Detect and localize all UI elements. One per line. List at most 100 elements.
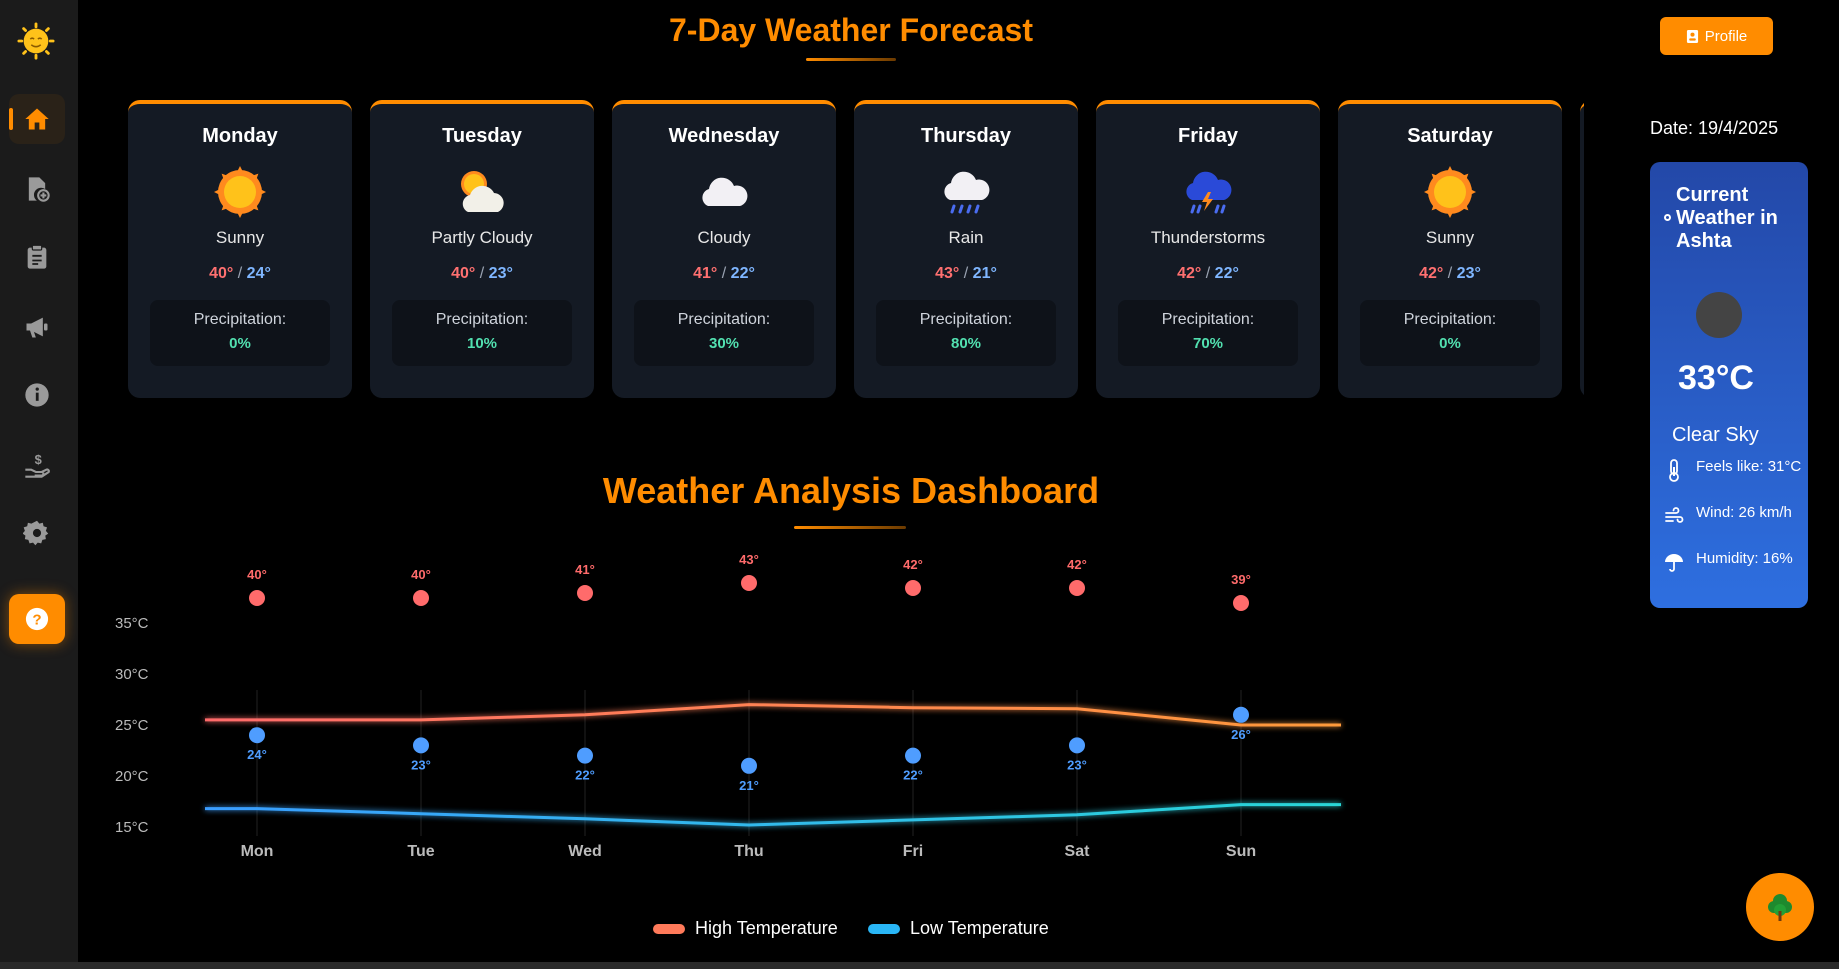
precip-value: 70% [1192, 335, 1224, 352]
high-temperature-line [205, 703, 1341, 727]
high-point [1233, 595, 1249, 611]
thunderstorm-icon [1186, 171, 1232, 214]
high-label: 42° [1067, 557, 1087, 572]
legend-high-label: High Temperature [695, 918, 838, 938]
low-point [905, 747, 921, 764]
card-condition: Partly Cloudy [431, 228, 533, 247]
legend-high[interactable]: High Temperature [653, 918, 838, 939]
humidity-row: Humidity: 16% [1664, 550, 1804, 574]
card-low: 22° [730, 265, 755, 282]
nav-clipboard[interactable] [9, 232, 65, 282]
card-condition: Thunderstorms [1150, 228, 1266, 247]
precip-label: Precipitation: [435, 311, 529, 328]
precip-label: Precipitation: [1161, 311, 1255, 328]
forecast-card: Wednesday Cloudy 41° / 22° Precipitation… [612, 100, 836, 398]
temperature-chart: 35°C 30°C 25°C 20°C 15°C 40° 24° 40° 23° 41° 22° 43… [115, 552, 1341, 860]
card-high: 40° [209, 265, 234, 282]
forecast-card-partial [1580, 100, 1584, 398]
legend-low-label: Low Temperature [910, 918, 1049, 938]
y-tick-label: 15°C [115, 819, 149, 836]
low-label: 24° [247, 747, 267, 762]
high-label: 40° [247, 567, 267, 582]
high-point [1069, 580, 1085, 596]
card-condition: Cloudy [697, 228, 751, 247]
low-label: 23° [1067, 757, 1087, 772]
high-label: 39° [1231, 572, 1251, 587]
card-day: Friday [1177, 125, 1239, 147]
forecast-card: Tuesday Partly Cloudy 40° / 23° Precipit… [370, 100, 594, 398]
card-low: 23° [488, 265, 513, 282]
feels-like-text: Feels like: 31°C [1696, 458, 1802, 475]
high-label: 40° [411, 567, 431, 582]
cloud-icon [702, 177, 748, 206]
precip-label: Precipitation: [193, 311, 287, 328]
card-day: Monday [202, 125, 278, 147]
current-date: Date: 19/4/2025 [1650, 118, 1779, 138]
high-point [905, 580, 921, 596]
precip-value: 0% [229, 335, 251, 352]
card-condition: Sunny [215, 228, 265, 247]
profile-button[interactable]: Profile [1660, 17, 1773, 55]
y-tick-label: 30°C [115, 666, 149, 683]
nav-home[interactable] [9, 94, 65, 144]
high-point [741, 575, 757, 591]
card-condition: Sunny [1425, 228, 1475, 247]
rain-icon [944, 171, 990, 214]
nav-settings[interactable] [9, 508, 65, 558]
sun-icon [1424, 166, 1476, 218]
x-tick-label: Sun [1226, 843, 1256, 860]
low-point [249, 727, 265, 744]
low-label: 26° [1231, 727, 1251, 742]
current-weather-card: Current Weather in Ashta 33°C Clear Sky … [1650, 162, 1808, 608]
precip-label: Precipitation: [919, 311, 1013, 328]
home-icon [25, 108, 49, 130]
precipitation-box: Precipitation: 30% [634, 300, 814, 366]
high-label: 41° [575, 562, 595, 577]
card-low: 23° [1456, 265, 1481, 282]
high-label: 42° [903, 557, 923, 572]
megaphone-icon [26, 317, 48, 338]
low-label: 22° [575, 768, 595, 783]
forecast-card: Friday Thunderstorms 42° / 22° Precipita… [1096, 100, 1320, 398]
gear-icon [23, 520, 49, 546]
clipboard-icon [27, 244, 47, 269]
precipitation-box: Precipitation: 80% [876, 300, 1056, 366]
x-tick-label: Fri [903, 843, 923, 860]
low-point [741, 757, 757, 774]
file-add-icon [28, 177, 50, 202]
precip-value: 80% [950, 335, 982, 352]
card-condition: Rain [948, 228, 984, 247]
nav-help[interactable]: ? [9, 594, 65, 644]
card-day: Saturday [1407, 125, 1493, 147]
svg-text:?: ? [32, 611, 41, 628]
current-weather-title: Current Weather in Ashta [1664, 184, 1796, 253]
card-day: Thursday [920, 125, 1012, 147]
card-low: 22° [1214, 265, 1239, 282]
precipitation-box: Precipitation: 0% [1360, 300, 1540, 366]
forecast-card: Monday Sunny 40° / 24° Precipitation: 0% [128, 100, 352, 398]
precipitation-box: Precipitation: 10% [392, 300, 572, 366]
question-icon: ? [25, 607, 49, 631]
current-temperature: 33°C [1678, 359, 1754, 397]
nav-add-file[interactable] [9, 164, 65, 214]
precip-value: 0% [1439, 335, 1461, 352]
page-title: 7-Day Weather Forecast [669, 12, 1033, 48]
partly-cloudy-icon [461, 171, 504, 212]
x-tick-label: Sat [1065, 843, 1091, 860]
tree-icon [1768, 894, 1792, 921]
precipitation-box: Precipitation: 70% [1118, 300, 1298, 366]
legend-low[interactable]: Low Temperature [868, 918, 1049, 939]
low-label: 21° [739, 778, 759, 793]
legend-high-swatch [653, 923, 685, 934]
nav-info[interactable] [9, 370, 65, 420]
floating-action-button[interactable] [1746, 873, 1814, 941]
y-tick-label: 35°C [115, 615, 149, 632]
forecast-scroller[interactable]: Monday Sunny 40° / 24° Precipitation: 0% … [128, 100, 1584, 400]
svg-text:$: $ [35, 452, 42, 467]
bottom-scrollbar [0, 962, 1839, 969]
current-description: Clear Sky [1672, 424, 1759, 446]
high-point [413, 590, 429, 606]
card-high: 41° [693, 265, 718, 282]
nav-announcements[interactable] [9, 302, 65, 352]
y-tick-label: 25°C [115, 717, 149, 734]
